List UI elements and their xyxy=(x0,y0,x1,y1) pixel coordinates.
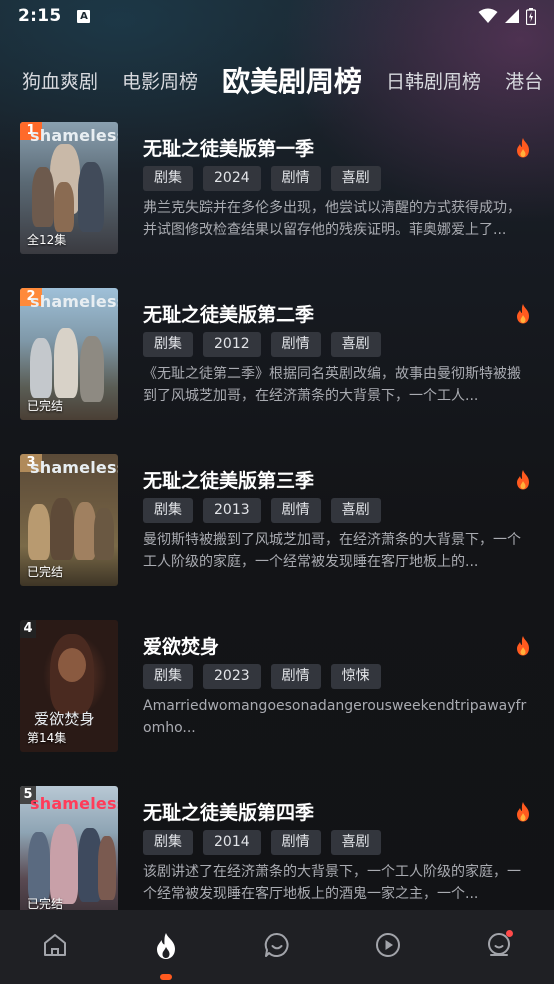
poster[interactable]: 3 shameless 已完结 xyxy=(20,454,118,586)
poster[interactable]: 2 shameless 已完结 xyxy=(20,288,118,420)
episode-status: 第14集 xyxy=(27,731,67,745)
signal-icon xyxy=(505,9,519,23)
item-description: 《无耻之徒第二季》根据同名英剧改编，故事由曼彻斯特被搬到了风城芝加哥，在经济萧条… xyxy=(143,366,521,404)
rank-badge: 4 xyxy=(20,620,36,638)
ranking-list: 1 shameless 全12集 无耻之徒美版第一季 剧集 2024 剧情 喜剧… xyxy=(0,122,554,910)
battery-icon xyxy=(526,7,536,25)
fire-icon xyxy=(517,304,529,324)
tag-list: 剧集 2023 剧情 惊悚 xyxy=(143,664,381,689)
poster-logo: shameless xyxy=(30,292,118,311)
play-icon xyxy=(375,933,400,957)
tab-hk-tw[interactable]: 港台 xyxy=(505,67,543,94)
episode-status: 已完结 xyxy=(27,897,64,910)
episode-status: 全12集 xyxy=(27,233,67,247)
item-title[interactable]: 无耻之徒美版第三季 xyxy=(143,466,314,493)
item-title[interactable]: 无耻之徒美版第二季 xyxy=(143,300,314,327)
tab-dog-blood-drama[interactable]: 狗血爽剧 xyxy=(22,67,98,94)
chat-icon xyxy=(264,932,289,957)
bottom-nav xyxy=(0,910,554,984)
tag: 剧集 xyxy=(143,830,193,855)
tag: 剧情 xyxy=(270,664,321,689)
tag: 剧情 xyxy=(270,166,321,191)
poster[interactable]: 5 shameless 已完结 xyxy=(20,786,118,910)
tab-movie-weekly[interactable]: 电影周榜 xyxy=(122,67,198,94)
nav-home[interactable] xyxy=(40,932,70,962)
tag-list: 剧集 2014 剧情 喜剧 xyxy=(143,830,381,855)
tag: 剧情 xyxy=(270,830,321,855)
tag: 剧集 xyxy=(143,332,193,357)
poster[interactable]: 4 爱欲焚身 第14集 xyxy=(20,620,118,752)
list-item[interactable]: 4 爱欲焚身 第14集 爱欲焚身 剧集 2023 剧情 惊悚 Amarriedw… xyxy=(0,620,554,786)
nav-hot[interactable] xyxy=(151,932,181,980)
fire-icon xyxy=(517,802,529,822)
tag: 剧情 xyxy=(270,498,321,523)
tag: 剧集 xyxy=(143,664,193,689)
status-bar: 2:15 A xyxy=(0,0,554,32)
list-item[interactable]: 5 shameless 已完结 无耻之徒美版第四季 剧集 2014 剧情 喜剧 … xyxy=(0,786,554,910)
tag-list: 剧集 2024 剧情 喜剧 xyxy=(143,166,381,191)
poster-logo: shameless xyxy=(30,794,118,813)
poster-logo: shameless xyxy=(30,126,118,145)
list-item[interactable]: 2 shameless 已完结 无耻之徒美版第二季 剧集 2012 剧情 喜剧 … xyxy=(0,288,554,454)
tag: 惊悚 xyxy=(330,664,381,689)
notification-badge xyxy=(505,930,513,937)
tag: 剧集 xyxy=(143,498,193,523)
nav-play[interactable] xyxy=(373,932,403,962)
tag: 2013 xyxy=(203,498,261,523)
notification-a-icon: A xyxy=(77,9,91,23)
item-description: Amarriedwomangoesonadangerousweekendtrip… xyxy=(143,698,527,736)
active-indicator xyxy=(160,974,173,980)
list-item[interactable]: 3 shameless 已完结 无耻之徒美版第三季 剧集 2013 剧情 喜剧 … xyxy=(0,454,554,620)
tag: 2024 xyxy=(203,166,261,191)
tag: 喜剧 xyxy=(330,332,381,357)
item-title[interactable]: 无耻之徒美版第一季 xyxy=(143,134,314,161)
tag: 2014 xyxy=(203,830,261,855)
home-icon xyxy=(44,934,67,956)
app-screen: 2:15 A 狗血爽剧 电影周榜 欧美剧周榜 日韩剧周榜 港台 1 shamel… xyxy=(0,0,554,984)
tag-list: 剧集 2012 剧情 喜剧 xyxy=(143,332,381,357)
list-item[interactable]: 1 shameless 全12集 无耻之徒美版第一季 剧集 2024 剧情 喜剧… xyxy=(0,122,554,288)
tag: 剧集 xyxy=(143,166,193,191)
item-title[interactable]: 爱欲焚身 xyxy=(143,632,219,659)
nav-profile[interactable] xyxy=(484,930,514,962)
tag: 喜剧 xyxy=(330,830,381,855)
item-description: 曼彻斯特被搬到了风城芝加哥，在经济萧条的大背景下，一个工人阶级的家庭，一个经常被… xyxy=(143,532,521,570)
episode-status: 已完结 xyxy=(27,565,64,579)
item-description: 该剧讲述了在经济萧条的大背景下，一个工人阶级的家庭，一个经常被发现睡在客厅地板上… xyxy=(143,864,521,902)
tag-list: 剧集 2013 剧情 喜剧 xyxy=(143,498,381,523)
fire-icon xyxy=(517,138,529,158)
category-tabs: 狗血爽剧 电影周榜 欧美剧周榜 日韩剧周榜 港台 xyxy=(0,56,554,104)
tab-western-drama-weekly[interactable]: 欧美剧周榜 xyxy=(222,60,362,100)
status-time: 2:15 xyxy=(18,6,62,26)
item-description: 弗兰克失踪并在多伦多出现，他尝试以清醒的方式获得成功，并试图修改检查结果以留存他… xyxy=(143,200,521,238)
tag: 喜剧 xyxy=(330,498,381,523)
poster-logo: shameless xyxy=(30,458,118,477)
tag: 喜剧 xyxy=(330,166,381,191)
nav-chat[interactable] xyxy=(262,932,292,962)
item-title[interactable]: 无耻之徒美版第四季 xyxy=(143,798,314,825)
fire-icon xyxy=(517,470,529,490)
tab-jk-drama-weekly[interactable]: 日韩剧周榜 xyxy=(386,67,481,94)
poster[interactable]: 1 shameless 全12集 xyxy=(20,122,118,254)
fire-icon xyxy=(517,636,529,656)
poster-logo: 爱欲焚身 xyxy=(34,710,95,728)
episode-status: 已完结 xyxy=(27,399,64,413)
tag: 2012 xyxy=(203,332,261,357)
wifi-icon xyxy=(478,8,498,23)
tag: 2023 xyxy=(203,664,261,689)
status-icons xyxy=(478,7,536,25)
tag: 剧情 xyxy=(270,332,321,357)
fire-icon xyxy=(157,933,176,959)
